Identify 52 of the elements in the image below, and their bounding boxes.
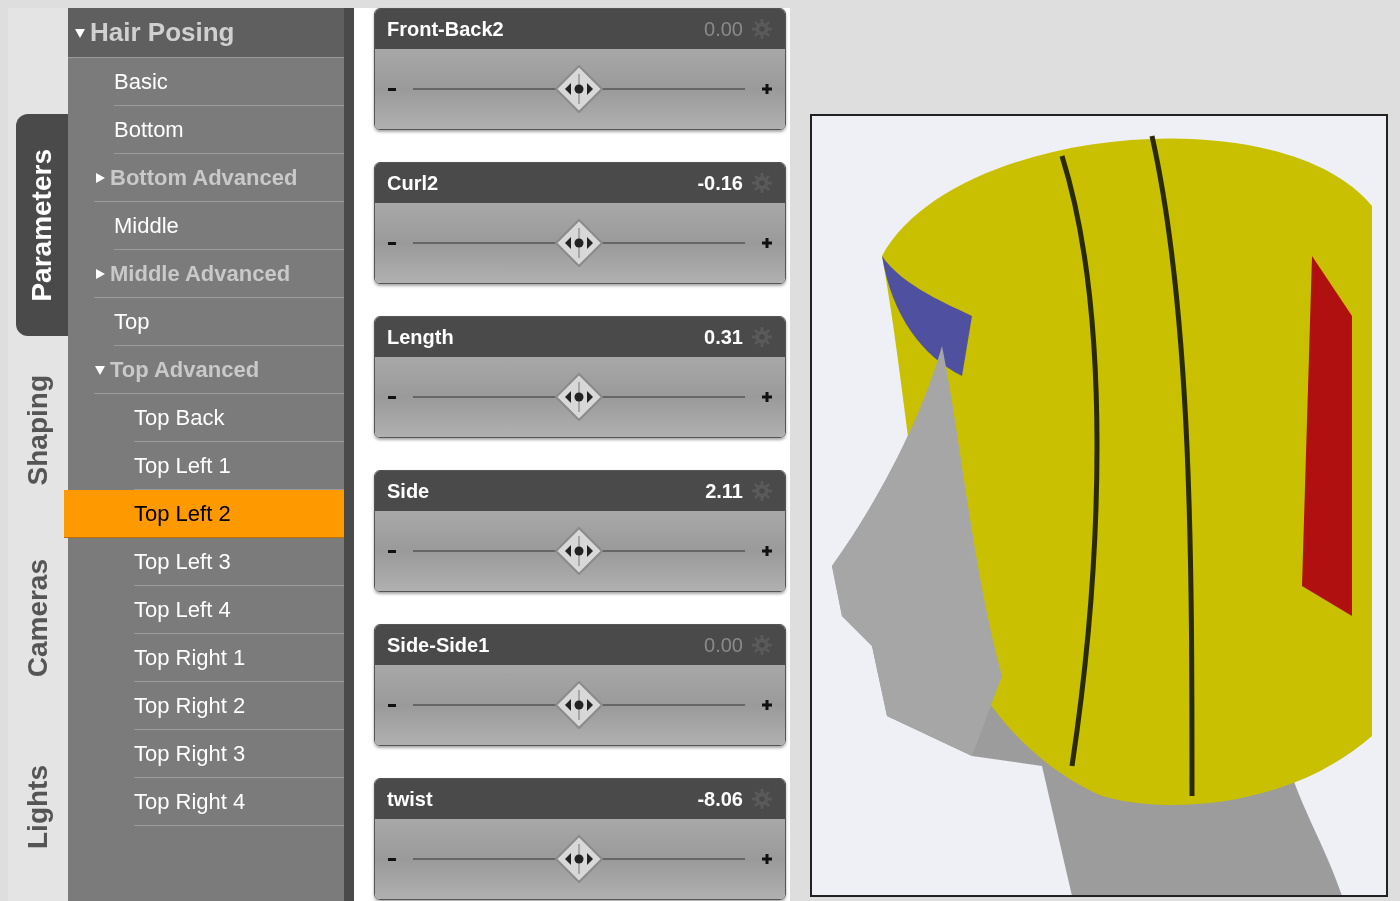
tree-item[interactable]: Top Right 3 [134,730,344,778]
collapsed-triangle-icon[interactable] [94,171,106,184]
plus-icon[interactable] [761,699,773,711]
parameter-name: twist [387,787,434,812]
tree-item[interactable]: Top Right 4 [134,778,344,826]
slider-thumb[interactable] [554,372,604,422]
parameter-name: Length [387,325,455,350]
parameter-name: Front-Back2 [387,17,505,42]
plus-icon[interactable] [761,853,773,865]
side-tab[interactable]: Parameters [16,114,68,336]
plus-icon[interactable] [761,391,773,403]
slider-thumb[interactable] [554,64,604,114]
tree-item[interactable]: Top [114,298,344,346]
tree-item[interactable]: Basic [114,58,344,106]
slider-track[interactable] [413,526,745,576]
parameter-value[interactable]: -8.06 [697,784,743,814]
tree-item[interactable]: Top Right 2 [134,682,344,730]
slider-track[interactable] [413,372,745,422]
tree-item[interactable]: Top Left 3 [134,538,344,586]
tree-item[interactable]: Top Advanced [94,346,344,394]
slider-track[interactable] [413,64,745,114]
slider-track[interactable] [413,834,745,884]
parameter-value[interactable]: 2.11 [705,476,743,506]
parameter-value[interactable]: 0.00 [704,14,743,44]
tree-item[interactable]: Top Left 2 [64,490,344,538]
slider-track[interactable] [413,218,745,268]
tree-item[interactable]: Bottom Advanced [94,154,344,202]
parameter-value[interactable]: 0.00 [704,630,743,660]
tree-item[interactable]: Bottom [114,106,344,154]
slider-track[interactable] [413,680,745,730]
plus-icon[interactable] [761,237,773,249]
collapsed-triangle-icon[interactable] [94,267,106,280]
slider-thumb[interactable] [554,834,604,884]
tree-item[interactable]: Top Back [134,394,344,442]
tree-item[interactable]: Middle [114,202,344,250]
slider-thumb[interactable] [554,680,604,730]
tree-header[interactable]: Hair Posing [68,8,344,58]
plus-icon[interactable] [761,545,773,557]
parameter-name: Side [387,479,431,504]
slider-thumb[interactable] [554,218,604,268]
tree-item[interactable]: Top Left 4 [134,586,344,634]
tree-item[interactable]: Middle Advanced [94,250,344,298]
parameter-name: Side-Side1 [387,633,491,658]
parameter-value[interactable]: -0.16 [697,168,743,198]
expanded-triangle-icon[interactable] [74,26,86,39]
plus-icon[interactable] [761,83,773,95]
expanded-triangle-icon[interactable] [94,363,106,376]
parameter-value[interactable]: 0.31 [704,322,743,352]
tree-item[interactable]: Top Right 1 [134,634,344,682]
parameter-name: Curl2 [387,171,440,196]
side-tab[interactable]: Lights [8,712,68,901]
slider-thumb[interactable] [554,526,604,576]
